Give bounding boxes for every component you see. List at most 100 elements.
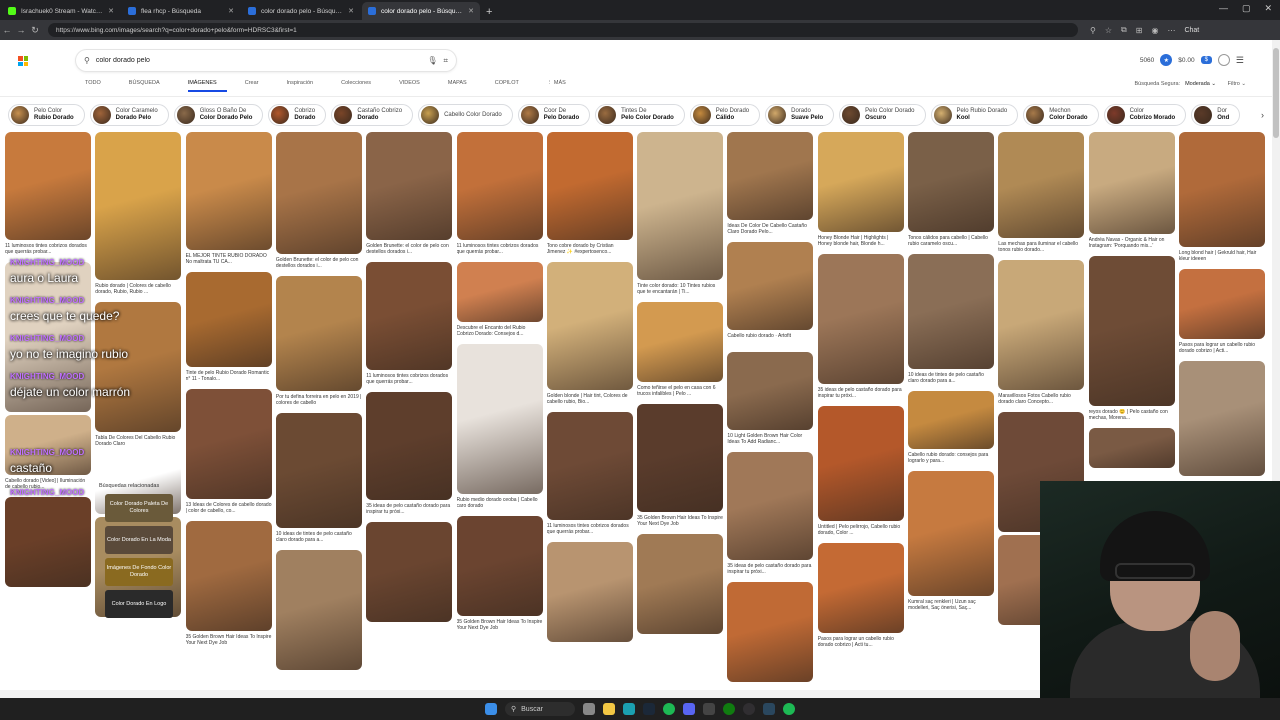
game-icon[interactable] xyxy=(763,703,775,715)
image-caption[interactable]: reyos dorado 😊 | Pelo castaño con mechas… xyxy=(1089,409,1175,423)
tab-close-icon[interactable]: ✕ xyxy=(348,7,354,15)
image-caption[interactable]: Cabello rubio dorado · Artofit xyxy=(727,333,813,347)
image-caption[interactable]: Golden Brunette: el color de pelo con de… xyxy=(276,257,362,271)
new-tab-icon[interactable]: + xyxy=(486,6,492,20)
browser-tab[interactable]: flea rhcp - Búsqueda ✕ xyxy=(122,2,240,20)
image-caption[interactable]: Golden Brunette: el color de pelo con de… xyxy=(366,243,452,257)
related-chip[interactable]: Castaño Cobrizo Dorado xyxy=(331,104,414,126)
image-result[interactable] xyxy=(908,471,994,596)
image-result[interactable] xyxy=(185,521,272,631)
image-caption[interactable]: Golden blonde | Hair tint, Colores de ca… xyxy=(547,393,633,407)
image-caption[interactable]: Honey Blonde Hair | Highlights | Honey b… xyxy=(818,235,904,249)
nav-item[interactable]: COPILOT xyxy=(495,80,529,92)
xbox-icon[interactable] xyxy=(723,703,735,715)
image-caption[interactable]: Maravillosos Fotos Cabello rubio dorado … xyxy=(998,393,1084,407)
tab-close-icon[interactable]: ✕ xyxy=(108,7,114,15)
filter-button[interactable]: Filtro ⌄ xyxy=(1228,81,1246,87)
nav-item[interactable]: MAPAS xyxy=(448,80,477,92)
profile-icon[interactable]: ◉ xyxy=(1151,26,1158,35)
image-result[interactable] xyxy=(727,452,814,560)
image-result[interactable] xyxy=(817,132,904,232)
image-result[interactable] xyxy=(275,276,362,391)
image-caption[interactable]: Rubio medio dorado ceoba | Cabello caro … xyxy=(457,497,543,511)
tab-close-icon[interactable]: ✕ xyxy=(228,7,234,15)
browser-tab[interactable]: color dorado pelo - Búsqueda Inve... ✕ xyxy=(362,2,480,20)
windows-start-icon[interactable] xyxy=(485,703,497,715)
image-caption[interactable]: Las mechas para iluminar el cabello tono… xyxy=(998,241,1084,255)
related-chip[interactable]: Cabello Color Dorado xyxy=(418,104,513,126)
image-result[interactable] xyxy=(637,302,724,382)
image-caption[interactable]: 35 Golden Brown Hair Ideas To Inspire Yo… xyxy=(457,619,543,633)
steam-icon[interactable] xyxy=(643,703,655,715)
image-result[interactable] xyxy=(456,132,543,240)
related-chip[interactable]: Dorado Suave Pelo xyxy=(765,104,835,126)
image-result[interactable] xyxy=(275,550,362,670)
url-field[interactable]: https://www.bing.com/images/search?q=col… xyxy=(48,23,1078,37)
obs-icon[interactable] xyxy=(743,703,755,715)
image-result[interactable] xyxy=(727,352,814,430)
image-result[interactable] xyxy=(546,132,633,240)
related-chip[interactable]: Pelo Rubio Dorado Kool xyxy=(930,104,1019,126)
safesearch-value[interactable]: Moderada ⌄ xyxy=(1185,81,1216,87)
microphone-icon[interactable]: 🎙 xyxy=(427,56,437,65)
related-chip[interactable]: Color Caramelo Dorado Pelo xyxy=(89,104,169,126)
image-caption[interactable]: 10 ideas de tintes de pelo castaño claro… xyxy=(908,372,994,386)
image-caption[interactable]: Tinte color dorado: 10 Tintes rubios que… xyxy=(637,283,723,297)
collections-icon[interactable]: ⊞ xyxy=(1136,26,1143,35)
visual-search-icon[interactable]: ⌗ xyxy=(443,56,448,66)
image-result[interactable] xyxy=(1178,361,1265,476)
image-caption[interactable]: 35 ideas de pelo castaño dorado para ins… xyxy=(727,563,813,577)
related-chip[interactable]: Pelo Dorado Cálido xyxy=(689,104,761,126)
image-result[interactable] xyxy=(366,522,453,622)
image-result[interactable] xyxy=(817,406,904,521)
taskbar-search[interactable]: ⚲ Buscar xyxy=(505,702,575,716)
image-caption[interactable]: Pasos para lograr un cabello rubio dorad… xyxy=(1179,342,1265,356)
image-result[interactable] xyxy=(637,534,724,634)
image-caption[interactable]: Tono cobre dorado by Cristian Jimenez ✨ … xyxy=(547,243,633,257)
close-icon[interactable]: ✕ xyxy=(1264,3,1272,14)
image-caption[interactable]: Ideas De Color De Cabello Castaño Claro … xyxy=(727,223,813,237)
bing-logo[interactable] xyxy=(18,56,28,66)
image-caption[interactable]: Tonos cálidos para cabello | Cabello rub… xyxy=(908,235,994,249)
image-caption[interactable]: 11 luminosos tintes cobrizos dorados que… xyxy=(366,373,452,387)
related-chip[interactable]: Tintes De Pelo Color Dorado xyxy=(595,104,685,126)
app-icon[interactable] xyxy=(703,703,715,715)
nav-item[interactable]: BÚSQUEDA xyxy=(129,80,170,92)
image-result[interactable] xyxy=(366,262,453,370)
image-result[interactable] xyxy=(908,132,994,232)
related-chip[interactable]: Pelo Color Dorado Oscuro xyxy=(839,104,926,126)
image-caption[interactable]: 35 Golden Brown Hair Ideas To Inspire Yo… xyxy=(637,515,723,529)
image-result[interactable] xyxy=(1178,132,1265,247)
forward-icon[interactable]: → xyxy=(14,25,28,35)
image-result[interactable] xyxy=(546,412,633,520)
discord-icon[interactable] xyxy=(683,703,695,715)
file-explorer-icon[interactable] xyxy=(603,703,615,715)
related-search-tile[interactable]: Color Dorado En Logo xyxy=(105,590,173,618)
image-caption[interactable]: Por tu defina forreira en pelo en 2019 |… xyxy=(276,394,362,408)
image-result[interactable] xyxy=(998,132,1085,238)
image-result[interactable] xyxy=(366,392,453,500)
image-result[interactable] xyxy=(817,254,904,384)
browser-tab[interactable]: Israchuek0 Stream - Watch Live o... ✕ xyxy=(2,2,120,20)
nav-item[interactable]: IMÁGENES xyxy=(187,80,227,92)
related-search-tile[interactable]: Imágenes De Fondo Color Dorado xyxy=(105,558,173,586)
browser-tab[interactable]: color dorado pelo - Búsqueda ✕ xyxy=(242,2,360,20)
image-result[interactable] xyxy=(727,242,814,330)
image-caption[interactable]: Como teñirse el pelo en casa con 6 truco… xyxy=(637,385,723,399)
image-result[interactable] xyxy=(998,260,1085,390)
zoom-icon[interactable]: ⚲ xyxy=(1090,26,1096,35)
image-caption[interactable]: Long blond hair | Gekruld hair, Hair kle… xyxy=(1179,250,1265,264)
nav-item[interactable]: Inspiración xyxy=(286,80,323,92)
image-caption[interactable]: Kumral saç renkleri | Uzun saç modelleri… xyxy=(908,599,994,613)
image-result[interactable] xyxy=(727,132,814,220)
image-caption[interactable]: 35 ideas de pelo castaño dorado para ins… xyxy=(366,503,452,517)
avatar[interactable] xyxy=(1217,54,1230,66)
search-icon[interactable]: ⚲ xyxy=(84,56,90,65)
image-result[interactable] xyxy=(1088,428,1175,468)
edge-icon[interactable] xyxy=(623,703,635,715)
image-result[interactable] xyxy=(546,262,633,390)
tab-close-icon[interactable]: ✕ xyxy=(468,7,474,15)
rewards-balance[interactable]: $0.00 xyxy=(1178,57,1194,64)
favorite-icon[interactable]: ☆ xyxy=(1105,26,1112,35)
related-chip[interactable]: Mechon Color Dorado xyxy=(1023,104,1099,126)
